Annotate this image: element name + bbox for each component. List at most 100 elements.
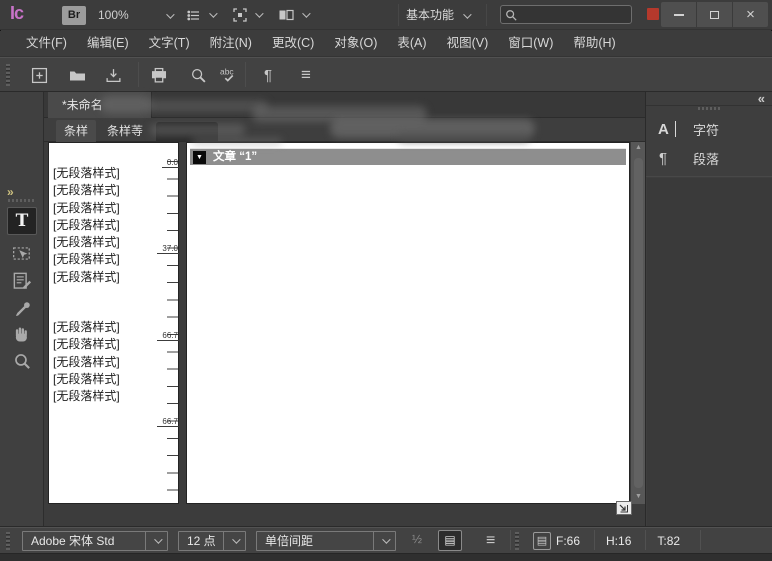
maximize-button[interactable] (696, 2, 732, 27)
search-box[interactable] (500, 5, 632, 24)
character-icon: A (658, 121, 669, 138)
chevron-down-icon (302, 9, 310, 17)
search-input[interactable] (517, 9, 627, 21)
hand-tool-icon (12, 324, 32, 344)
panel-divider (646, 176, 772, 177)
window-controls: × (661, 2, 768, 27)
new-document-button[interactable] (26, 63, 52, 87)
menu-item[interactable]: 视图(V) (437, 31, 499, 56)
character-panel-button[interactable]: A 字符 (646, 116, 772, 143)
save-button[interactable] (100, 63, 126, 87)
pilcrow-icon: ¶ (264, 67, 272, 84)
statusbar-separator (594, 530, 595, 550)
view-options-dropdown[interactable] (186, 0, 215, 30)
minimize-icon (674, 14, 684, 16)
arrange-documents-icon (278, 7, 295, 23)
screen-mode-icon (232, 7, 248, 23)
titlebar-separator (398, 4, 399, 26)
hand-tool[interactable] (10, 322, 34, 346)
save-icon (105, 67, 122, 84)
title-bar: Ic Br 100% (0, 0, 772, 30)
story-header-bar[interactable]: ▼ 文章 “1” (190, 148, 626, 165)
text-counters: F:66H:16T:82 (556, 527, 680, 554)
chevron-down-icon (232, 535, 240, 543)
tab-galley[interactable]: 条样 (56, 120, 96, 142)
font-size-value: 12 点 (187, 532, 216, 550)
menu-item[interactable]: 附注(N) (200, 31, 262, 56)
close-icon: × (746, 6, 755, 23)
menu-item[interactable]: 文件(F) (16, 31, 77, 56)
galley-view-button[interactable]: ▤ (438, 530, 462, 551)
chevron-down-icon (209, 9, 217, 17)
menu-item[interactable]: 更改(C) (262, 31, 324, 56)
position-tool[interactable] (10, 241, 34, 265)
menu-item[interactable]: 文字(T) (139, 31, 200, 56)
menu-item[interactable]: 对象(O) (324, 31, 387, 56)
expand-panel-icon[interactable]: » (7, 185, 14, 199)
scroll-up-icon[interactable]: ▲ (631, 144, 646, 151)
close-button[interactable]: × (732, 2, 768, 27)
open-folder-icon (68, 67, 87, 83)
menu-item[interactable]: 窗口(W) (498, 31, 563, 56)
chevron-down-icon (382, 535, 390, 543)
incopy-logo-icon: Ic (10, 3, 23, 24)
titlebar-separator (486, 4, 487, 26)
workspace-switcher[interactable]: 基本功能 (406, 0, 469, 30)
tools-grip[interactable] (8, 199, 35, 202)
statusbar-separator (645, 530, 646, 550)
statusbar-menu-icon[interactable]: ≡ (486, 527, 495, 554)
menu-icon: ≡ (301, 65, 311, 85)
statusbar-grip[interactable] (515, 532, 519, 550)
svg-text:abc: abc (220, 66, 234, 76)
print-button[interactable] (146, 63, 172, 87)
story-collapse-icon[interactable]: ▼ (193, 151, 206, 164)
leading-dropdown[interactable]: 单倍间距 (256, 531, 396, 551)
zoom-tool[interactable] (10, 349, 34, 373)
eyedropper-tool[interactable] (10, 297, 34, 321)
menu-item[interactable]: 帮助(H) (563, 31, 625, 56)
toolbar-grip[interactable] (6, 64, 10, 86)
toolbar-menu-button[interactable]: ≡ (293, 63, 319, 87)
scroll-down-icon[interactable]: ▼ (631, 493, 646, 500)
font-size-dropdown[interactable]: 12 点 (178, 531, 246, 551)
galley-tab-bar: 条样 条样䓁 (44, 118, 645, 142)
status-bar: Adobe 宋体 Std 12 点 单倍间距 ½ ▤ ≡ ▤ F:66H:16T… (0, 526, 772, 553)
scrollbar-thumb[interactable] (634, 158, 643, 488)
type-tool[interactable]: T (7, 207, 37, 235)
spellcheck-button[interactable]: abc (215, 63, 241, 87)
hidden-characters-button[interactable]: ¶ (255, 63, 281, 87)
toolbar-separator (138, 62, 139, 87)
paragraph-panel-label: 段落 (693, 149, 719, 168)
right-panel: « A 字符 ¶ 段落 (645, 92, 772, 526)
zoom-level-dropdown[interactable]: 100% (98, 0, 172, 30)
story-info-icon[interactable]: ▤ (533, 532, 551, 550)
line-numbers-icon[interactable]: ½ (412, 532, 422, 546)
document-area[interactable]: ▼ 文章 “1” (186, 142, 630, 504)
note-tool[interactable] (10, 269, 34, 293)
arrange-documents-dropdown[interactable] (278, 0, 308, 30)
font-family-dropdown[interactable]: Adobe 宋体 Std (22, 531, 168, 551)
red-indicator (647, 8, 659, 20)
ruler-label: 66.7 (157, 417, 179, 427)
counter-readout: F:66 (556, 534, 580, 548)
paragraph-panel-button[interactable]: ¶ 段落 (646, 145, 772, 172)
right-panel-header: « (646, 92, 772, 106)
vertical-scrollbar[interactable]: ▲ ▼ (630, 142, 645, 504)
open-button[interactable] (64, 63, 90, 87)
bridge-button[interactable]: Br (62, 6, 86, 25)
find-button[interactable] (185, 63, 211, 87)
right-panel-grip[interactable] (698, 107, 722, 110)
document-tab[interactable]: *未命名 (48, 92, 152, 118)
leading-value: 单倍间距 (265, 532, 313, 550)
zoom-level-value: 100% (98, 8, 129, 22)
tab-layout[interactable] (156, 122, 218, 142)
statusbar-grip[interactable] (6, 532, 10, 550)
panel-empty-area (647, 178, 772, 526)
tab-story[interactable]: 条样䓁 (98, 120, 152, 142)
screen-mode-dropdown[interactable] (232, 0, 261, 30)
minimize-button[interactable] (661, 2, 696, 27)
menu-item[interactable]: 编辑(E) (77, 31, 139, 56)
menu-item[interactable]: 表(A) (387, 31, 436, 56)
menu-bar: 文件(F)编辑(E)文字(T)附注(N)更改(C)对象(O)表(A)视图(V)窗… (0, 31, 772, 57)
collapse-panels-icon[interactable]: « (758, 92, 765, 105)
